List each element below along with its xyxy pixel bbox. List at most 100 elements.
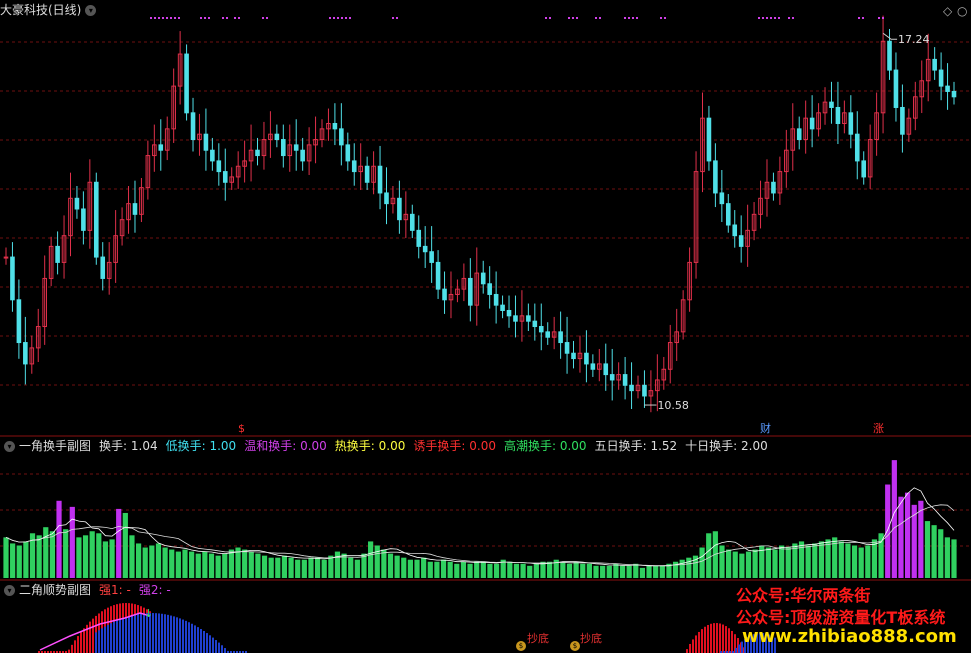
turnover-bar — [547, 561, 553, 578]
signal-dot — [882, 17, 884, 19]
candle-body — [603, 363, 609, 376]
turnover-bar — [586, 563, 592, 578]
circle-icon[interactable]: ○ — [957, 4, 967, 18]
chevron-down-icon[interactable]: ▾ — [85, 5, 97, 16]
turnover-bar — [321, 559, 327, 578]
turnover-bar — [493, 563, 500, 578]
signal-dot — [162, 17, 164, 19]
diamond-icon[interactable]: ◇ — [943, 4, 953, 18]
turnover-bar — [116, 508, 122, 578]
signal-dot — [345, 17, 347, 19]
turnover-bar — [633, 563, 639, 578]
signal-dot — [337, 17, 339, 19]
candle-body — [442, 288, 447, 301]
trend-legend: 强1: - 强2: - — [91, 583, 171, 597]
signal-dot — [158, 17, 160, 19]
chevron-down-icon[interactable]: ▾ — [4, 585, 15, 596]
turnover-ma-line — [5, 504, 955, 566]
trend-bar — [119, 619, 121, 653]
candle-body — [190, 112, 196, 141]
candle-body — [951, 90, 957, 98]
turnover-bar — [520, 563, 526, 578]
trend-bar — [164, 614, 166, 653]
turnover-bar — [89, 531, 95, 578]
turnover-bar — [845, 543, 851, 578]
trend-bar — [131, 615, 133, 653]
candle-body — [829, 101, 834, 108]
turnover-bar — [699, 547, 705, 578]
trend-bar — [71, 644, 73, 653]
trend-bar — [161, 613, 163, 653]
turnover-bar — [328, 555, 334, 578]
turnover-bar — [334, 551, 341, 578]
turnover-bar — [918, 500, 924, 578]
turnover-bar — [135, 543, 142, 578]
trend-bar — [179, 618, 181, 653]
candle-body — [422, 245, 428, 253]
trend-bar — [185, 620, 187, 653]
turnover-legend: 换手: 1.04 低换手: 1.00 温和换手: 0.00 热换手: 0.00 诱手换手… — [91, 439, 768, 453]
candle-body — [706, 117, 712, 162]
turnover-bar — [507, 561, 513, 578]
trend-indicator-bars: ↓ — [38, 603, 776, 653]
trend-title: 二角顺势副图 — [19, 583, 92, 597]
signal-dot — [599, 17, 601, 19]
signal-dot — [636, 17, 638, 19]
signal-dot — [266, 17, 268, 19]
turnover-legend-value: 1.04 — [127, 439, 158, 453]
turnover-bar — [427, 561, 433, 578]
turnover-bar — [772, 549, 778, 578]
turnover-bar — [129, 535, 135, 578]
turnover-bar — [407, 559, 413, 578]
turnover-bar — [533, 563, 539, 578]
turnover-bar — [3, 537, 9, 578]
turnover-bar — [812, 543, 818, 578]
candle-body — [545, 331, 551, 338]
trend-bar — [167, 614, 169, 653]
signal-dot — [660, 17, 662, 19]
candle-body — [506, 309, 512, 317]
turnover-legend-item: 热换手: 0.00 — [335, 439, 406, 453]
candle-body — [384, 192, 389, 205]
turnover-bar — [560, 561, 566, 578]
candle-body — [210, 149, 215, 162]
signal-dot — [545, 17, 547, 19]
turnover-bars — [3, 460, 957, 578]
turnover-bar — [593, 565, 599, 578]
signal-dot — [632, 17, 634, 19]
trend-legend-item: 强1: - — [99, 583, 131, 597]
candle-body — [332, 123, 338, 130]
turnover-bar — [619, 565, 626, 578]
trend-bar — [710, 623, 712, 653]
chart-canvas[interactable]: ↓ 17.24 10.58 $ 财 涨 ◇ ○ — [0, 0, 971, 653]
turnover-bar — [924, 521, 931, 578]
trend-bar — [113, 621, 115, 653]
candle-body — [184, 53, 189, 114]
turnover-bar — [261, 555, 268, 578]
turnover-legend-label: 十日换手: — [685, 439, 738, 453]
signal-dot — [628, 17, 630, 19]
trend-bar — [98, 630, 100, 653]
turnover-legend-label: 诱手换手: — [413, 439, 466, 453]
turnover-bar — [891, 460, 897, 578]
chevron-down-icon[interactable]: ▾ — [4, 441, 15, 452]
candle-body — [629, 384, 634, 392]
trend-bar — [707, 624, 709, 653]
watermark-url: www.zhibiao888.com — [742, 626, 957, 647]
turnover-bar — [348, 557, 354, 578]
turnover-bar — [175, 551, 181, 578]
candle-body — [609, 374, 615, 381]
turnover-bar — [169, 549, 175, 578]
turnover-legend-value: 1.00 — [205, 439, 237, 453]
candle-body — [377, 165, 383, 194]
signal-dot — [778, 17, 780, 19]
candle-body — [480, 272, 486, 285]
turnover-bar — [109, 539, 115, 578]
turnover-legend-item: 高潮换手: 0.00 — [504, 439, 587, 453]
turnover-bar — [96, 533, 102, 578]
trend-bar — [701, 629, 703, 653]
turnover-bar — [613, 563, 619, 578]
bottom-signal: 抄底 — [527, 632, 549, 645]
turnover-bar — [36, 535, 42, 578]
high-price-label: 17.24 — [898, 33, 930, 46]
